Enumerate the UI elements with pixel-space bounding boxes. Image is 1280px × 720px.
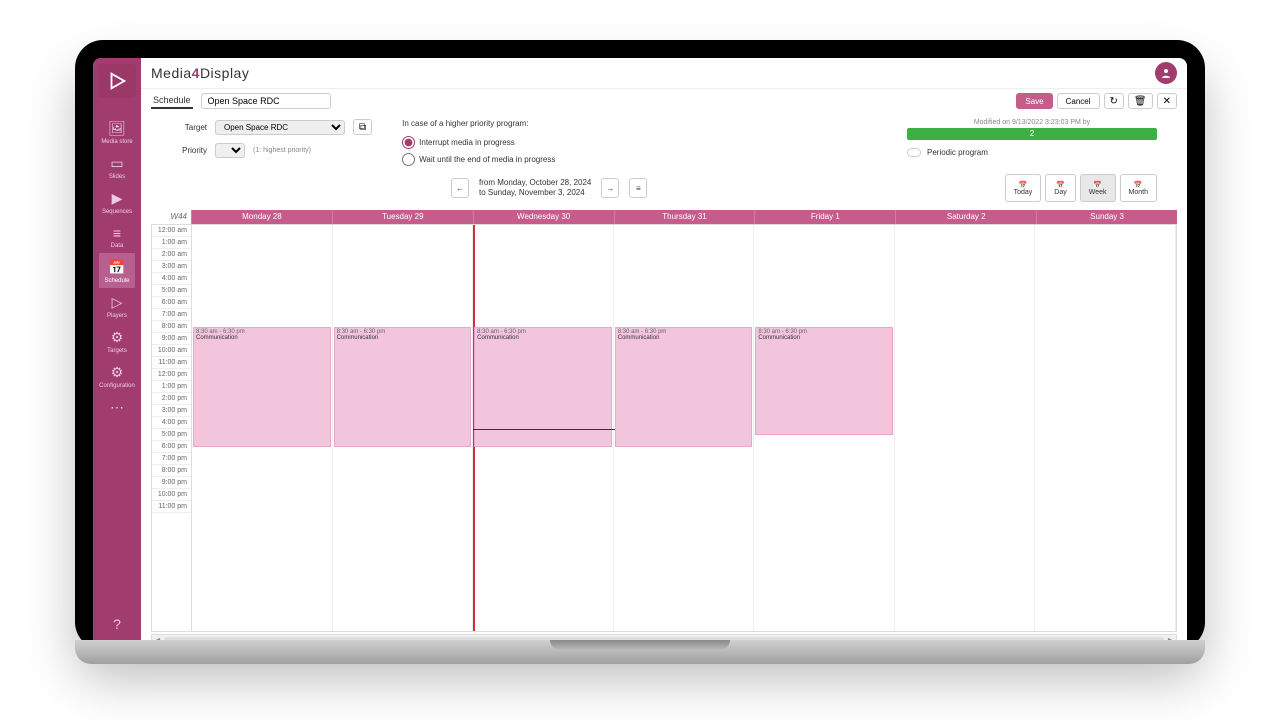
time-slot: 6:00 pm: [152, 441, 191, 453]
priority-label: Priority: [171, 146, 207, 155]
day-column[interactable]: [1035, 225, 1176, 631]
day-column[interactable]: 8:30 am - 6:30 pmCommunication: [192, 225, 333, 631]
cancel-button[interactable]: Cancel: [1057, 93, 1100, 109]
higher-priority-label: In case of a higher priority program:: [402, 119, 555, 128]
day-header: Tuesday 29: [332, 210, 473, 224]
time-slot: 3:00 am: [152, 261, 191, 273]
priority-select[interactable]: 5: [215, 143, 245, 158]
progress-bar: 2: [907, 128, 1157, 140]
time-slot: 10:00 am: [152, 345, 191, 357]
day-column[interactable]: 8:30 am - 6:30 pmCommunication: [473, 225, 614, 631]
refresh-button[interactable]: ↻: [1104, 93, 1124, 109]
week-label: W44: [151, 210, 191, 224]
calendar-event[interactable]: 8:30 am - 6:30 pmCommunication: [755, 327, 893, 435]
schedule-tab[interactable]: Schedule: [151, 93, 193, 109]
time-slot: 7:00 pm: [152, 453, 191, 465]
sidebar-item-more[interactable]: ⋯: [99, 393, 135, 422]
calendar-event[interactable]: 8:30 am - 6:30 pmCommunication: [193, 327, 331, 447]
sidebar-item-players[interactable]: ▷Players: [99, 288, 135, 323]
time-slot: 8:00 pm: [152, 465, 191, 477]
open-target-button[interactable]: ⧉: [353, 119, 372, 135]
toolbar: Schedule Save Cancel ↻ 🗑 ✕: [141, 88, 1187, 113]
time-slot: 2:00 am: [152, 249, 191, 261]
sidebar-item-targets[interactable]: ⚙Targets: [99, 323, 135, 358]
time-slot: 7:00 am: [152, 309, 191, 321]
avatar[interactable]: [1155, 62, 1177, 84]
sidebar-item-media-store[interactable]: 🖼Media store: [99, 114, 135, 149]
help-icon[interactable]: ?: [113, 610, 121, 638]
time-slot: 9:00 am: [152, 333, 191, 345]
time-slot: 11:00 pm: [152, 501, 191, 513]
time-slot: 10:00 pm: [152, 489, 191, 501]
sidebar-item-schedule[interactable]: 📅Schedule: [99, 253, 135, 288]
prev-week-button[interactable]: ←: [451, 178, 469, 198]
schedule-name-input[interactable]: [201, 93, 331, 109]
day-header: Friday 1: [754, 210, 895, 224]
calendar-event[interactable]: 8:30 am - 6:30 pmCommunication: [334, 327, 472, 447]
day-column[interactable]: 8:30 am - 6:30 pmCommunication: [754, 225, 895, 631]
modified-text: Modified on 9/13/2022 3:23:03 PM by: [907, 119, 1157, 126]
time-slot: 1:00 pm: [152, 381, 191, 393]
time-slot: 12:00 pm: [152, 369, 191, 381]
time-slot: 4:00 am: [152, 273, 191, 285]
day-header: Sunday 3: [1036, 210, 1177, 224]
collapse-button[interactable]: ≡: [629, 178, 647, 198]
day-header: Wednesday 30: [473, 210, 614, 224]
logo: [98, 64, 136, 98]
view-week[interactable]: 📅Week: [1080, 174, 1116, 202]
date-range-text: from Monday, October 28, 2024 to Sunday,…: [479, 178, 591, 199]
date-nav: ← from Monday, October 28, 2024 to Sunda…: [141, 166, 1187, 210]
day-column[interactable]: 8:30 am - 6:30 pmCommunication: [614, 225, 755, 631]
config-panel: Target Open Space RDC ⧉ Priority 5 (1: h…: [141, 113, 1187, 166]
next-week-button[interactable]: →: [601, 178, 619, 198]
day-header: Monday 28: [191, 210, 332, 224]
time-slot: 1:00 am: [152, 237, 191, 249]
target-select[interactable]: Open Space RDC: [215, 120, 345, 135]
periodic-label: Periodic program: [927, 148, 988, 157]
time-slot: 5:00 am: [152, 285, 191, 297]
radio-wait[interactable]: Wait until the end of media in progress: [402, 153, 555, 166]
view-today[interactable]: 📅Today: [1005, 174, 1042, 202]
day-column[interactable]: [895, 225, 1036, 631]
time-slot: 2:00 pm: [152, 393, 191, 405]
time-slot: 9:00 pm: [152, 477, 191, 489]
radio-interrupt[interactable]: Interrupt media in progress: [402, 136, 555, 149]
calendar-header: W44 Monday 28Tuesday 29Wednesday 30Thurs…: [151, 210, 1177, 224]
day-header: Thursday 31: [614, 210, 755, 224]
sidebar-item-configuration[interactable]: ⚙Configuration: [99, 358, 135, 393]
calendar-event[interactable]: 8:30 am - 6:30 pmCommunication: [474, 327, 612, 447]
periodic-switch[interactable]: [907, 148, 921, 157]
main-content: Media4Display Schedule Save Cancel ↻ 🗑 ✕: [141, 58, 1187, 650]
delete-button[interactable]: 🗑: [1128, 93, 1153, 109]
target-label: Target: [171, 123, 207, 132]
time-slot: 4:00 pm: [152, 417, 191, 429]
priority-hint: (1: highest priority): [253, 147, 311, 154]
time-slot: 8:00 am: [152, 321, 191, 333]
time-slot: 6:00 am: [152, 297, 191, 309]
close-button[interactable]: ✕: [1157, 93, 1177, 109]
view-day[interactable]: 📅Day: [1045, 174, 1075, 202]
time-slot: 11:00 am: [152, 357, 191, 369]
calendar-event[interactable]: 8:30 am - 6:30 pmCommunication: [615, 327, 753, 447]
sidebar-item-sequences[interactable]: ▶Sequences: [99, 184, 135, 219]
day-column[interactable]: 8:30 am - 6:30 pmCommunication: [333, 225, 474, 631]
time-slot: 5:00 pm: [152, 429, 191, 441]
brand-logo: Media4Display: [151, 65, 249, 81]
day-header: Saturday 2: [895, 210, 1036, 224]
view-month[interactable]: 📅Month: [1120, 174, 1157, 202]
sidebar-item-slides[interactable]: ▭Slides: [99, 149, 135, 184]
header: Media4Display: [141, 58, 1187, 88]
calendar: W44 Monday 28Tuesday 29Wednesday 30Thurs…: [141, 210, 1187, 650]
time-slot: 3:00 pm: [152, 405, 191, 417]
save-button[interactable]: Save: [1016, 93, 1052, 109]
time-slot: 12:00 am: [152, 225, 191, 237]
sidebar: 🖼Media store▭Slides▶Sequences≡Data📅Sched…: [93, 58, 141, 650]
sidebar-item-data[interactable]: ≡Data: [99, 219, 135, 253]
